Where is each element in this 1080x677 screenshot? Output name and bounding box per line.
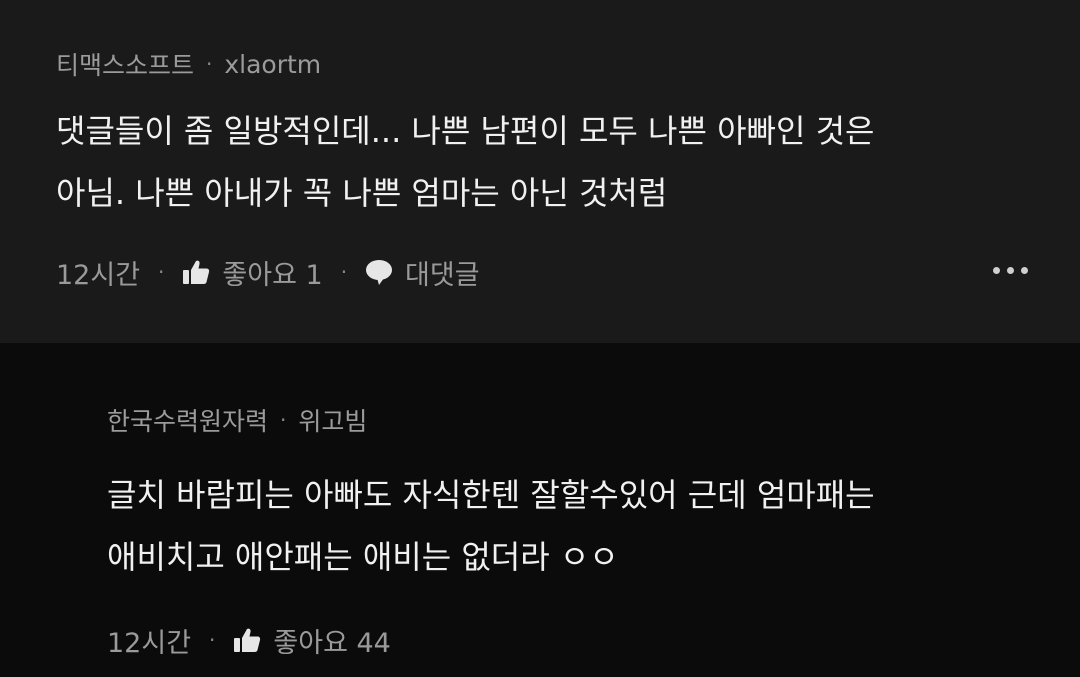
reply-comment: 한국수력원자력 · 위고빔 글치 바람피는 아빠도 자식한텐 잘할수있어 근데 … <box>0 343 1080 677</box>
author-company[interactable]: 한국수력원자력 <box>107 402 268 438</box>
comment-meta: 한국수력원자력 · 위고빔 <box>107 401 1080 439</box>
author-username[interactable]: 위고빔 <box>298 402 367 438</box>
comment-body-line: 댓글들이 좀 일방적인데... 나쁜 남편이 모두 나쁜 아빠인 것은 <box>56 112 875 150</box>
thumbs-up-icon[interactable] <box>233 627 261 653</box>
timestamp: 12시간 <box>107 627 192 659</box>
author-username[interactable]: xlaortm <box>224 50 321 79</box>
separator: · <box>158 260 165 284</box>
author-company[interactable]: 티맥스소프트 <box>56 46 194 82</box>
comment-body-line: 애비치고 애안패는 애비는 없더라 ㅇㅇ <box>107 538 619 576</box>
speech-bubble-icon[interactable] <box>365 259 393 285</box>
comment-body-line: 아님. 나쁜 아내가 꼭 나쁜 엄마는 아닌 것처럼 <box>56 174 668 212</box>
thumbs-up-icon[interactable] <box>182 259 210 285</box>
timestamp: 12시간 <box>56 259 141 291</box>
more-dot <box>1021 267 1028 274</box>
separator: · <box>206 52 213 76</box>
more-dot <box>993 267 1000 274</box>
more-horizontal-icon[interactable] <box>993 267 1028 274</box>
separator: · <box>209 628 216 652</box>
comment: 티맥스소프트 · xlaortm 댓글들이 좀 일방적인데... 나쁜 남편이 … <box>0 0 1080 343</box>
comment-body: 댓글들이 좀 일방적인데... 나쁜 남편이 모두 나쁜 아빠인 것은 아님. … <box>56 100 1080 224</box>
more-dot <box>1007 267 1014 274</box>
comment-actions: 12시간 · 좋아요 44 <box>107 620 1080 660</box>
separator: · <box>280 408 287 432</box>
comment-meta: 티맥스소프트 · xlaortm <box>56 45 1080 83</box>
comment-body: 글치 바람피는 아빠도 자식한텐 잘할수있어 근데 엄마패는 애비치고 애안패는… <box>107 464 1080 588</box>
comment-actions: 12시간 · 좋아요 1 · 대댓글 <box>56 252 1080 292</box>
like-button[interactable]: 좋아요 1 <box>222 253 322 292</box>
like-button[interactable]: 좋아요 44 <box>273 621 390 660</box>
reply-button[interactable]: 대댓글 <box>405 253 480 292</box>
comment-body-line: 글치 바람피는 아빠도 자식한텐 잘할수있어 근데 엄마패는 <box>107 476 875 514</box>
separator: · <box>340 260 348 284</box>
